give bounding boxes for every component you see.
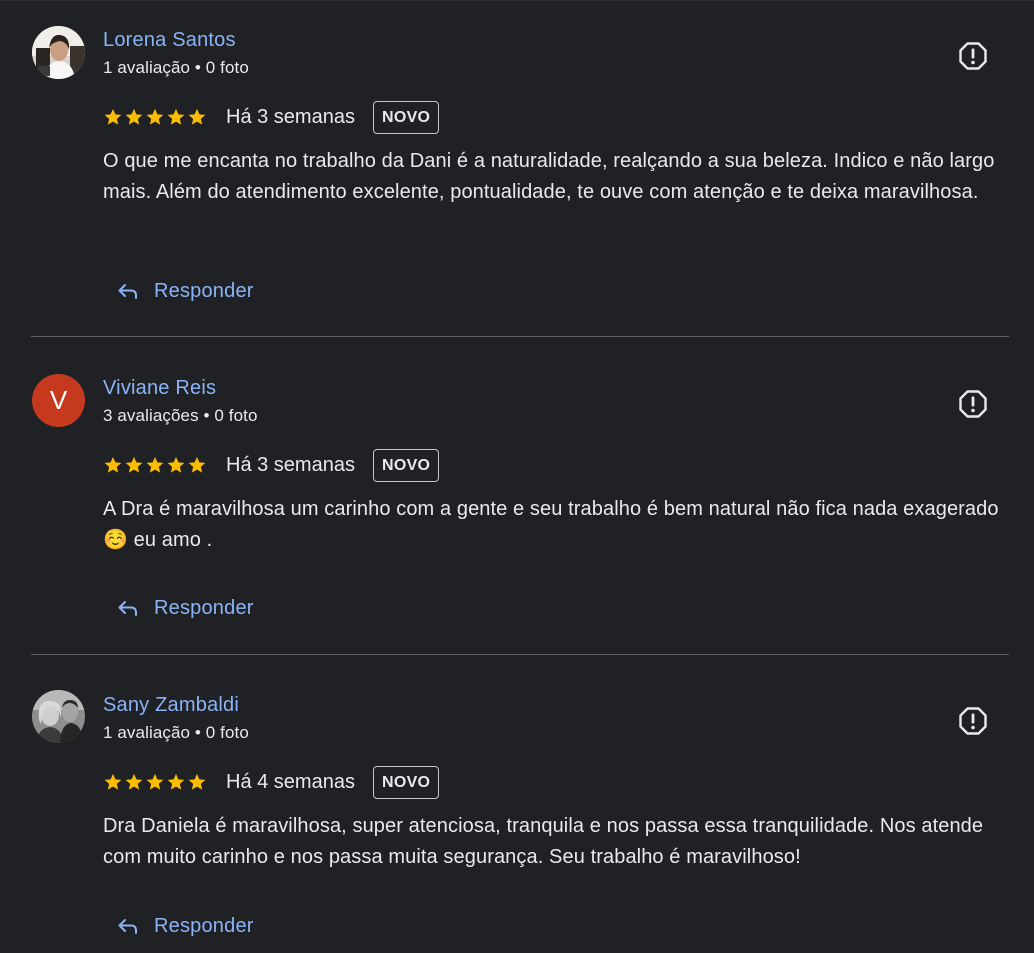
star-icon	[125, 108, 143, 125]
review-text: O que me encanta no trabalho da Dani é a…	[103, 150, 995, 203]
report-flag-icon[interactable]	[958, 389, 988, 419]
star-rating	[103, 455, 207, 475]
review-date: Há 3 semanas	[226, 105, 355, 128]
reply-button[interactable]: Responder	[116, 591, 254, 625]
star-icon	[104, 773, 122, 790]
reviewer-meta: 3 avaliações • 0 foto	[103, 406, 258, 425]
rating-row: Há 3 semanas NOVO	[103, 448, 440, 482]
avatar[interactable]	[32, 26, 85, 79]
star-icon	[146, 456, 164, 473]
review-card: V Viviane Reis 3 avaliações • 0 foto Há …	[0, 337, 1034, 654]
review-card: Lorena Santos 1 avaliação • 0 foto Há 3 …	[0, 0, 1034, 337]
review-text: Dra Daniela é maravilhosa, super atencio…	[103, 815, 984, 868]
avatar-photo	[32, 26, 85, 79]
star-rating	[103, 107, 207, 127]
reply-label: Responder	[154, 596, 254, 619]
star-icon	[104, 108, 122, 125]
reviews-page: Lorena Santos 1 avaliação • 0 foto Há 3 …	[0, 0, 1034, 953]
reply-button[interactable]: Responder	[116, 909, 254, 943]
star-icon	[125, 456, 143, 473]
star-icon	[104, 456, 122, 473]
reviewer-meta: 1 avaliação • 0 foto	[103, 723, 249, 742]
review-text: A Dra é maravilhosa um carinho com a gen…	[103, 498, 999, 551]
star-icon	[167, 108, 185, 125]
report-flag-icon[interactable]	[958, 706, 988, 736]
rating-row: Há 3 semanas NOVO	[103, 100, 440, 134]
avatar-photo	[32, 690, 85, 743]
reviewer-name[interactable]: Sany Zambaldi	[103, 694, 239, 717]
star-rating	[103, 772, 207, 792]
reply-label: Responder	[154, 914, 254, 937]
review-date: Há 4 semanas	[226, 770, 355, 793]
new-badge: NOVO	[372, 765, 440, 799]
star-icon	[167, 773, 185, 790]
reviewer-meta: 1 avaliação • 0 foto	[103, 58, 249, 77]
star-icon	[146, 773, 164, 790]
reviewer-name[interactable]: Viviane Reis	[103, 377, 216, 400]
review-card: Sany Zambaldi 1 avaliação • 0 foto Há 4 …	[0, 655, 1034, 953]
new-badge: NOVO	[372, 448, 440, 482]
reply-button[interactable]: Responder	[116, 274, 254, 308]
reply-arrow-icon	[118, 284, 137, 299]
star-icon	[188, 456, 206, 473]
star-icon	[146, 108, 164, 125]
reply-arrow-icon	[118, 601, 137, 616]
reply-arrow-icon	[118, 919, 137, 934]
star-icon	[188, 773, 206, 790]
reply-label: Responder	[154, 279, 254, 302]
review-date: Há 3 semanas	[226, 453, 355, 476]
avatar[interactable]: V	[32, 374, 85, 427]
report-flag-icon[interactable]	[958, 41, 988, 71]
star-icon	[125, 773, 143, 790]
rating-row: Há 4 semanas NOVO	[103, 765, 440, 799]
avatar[interactable]	[32, 690, 85, 743]
reviewer-name[interactable]: Lorena Santos	[103, 29, 236, 52]
star-icon	[167, 456, 185, 473]
new-badge: NOVO	[372, 100, 440, 134]
star-icon	[188, 108, 206, 125]
